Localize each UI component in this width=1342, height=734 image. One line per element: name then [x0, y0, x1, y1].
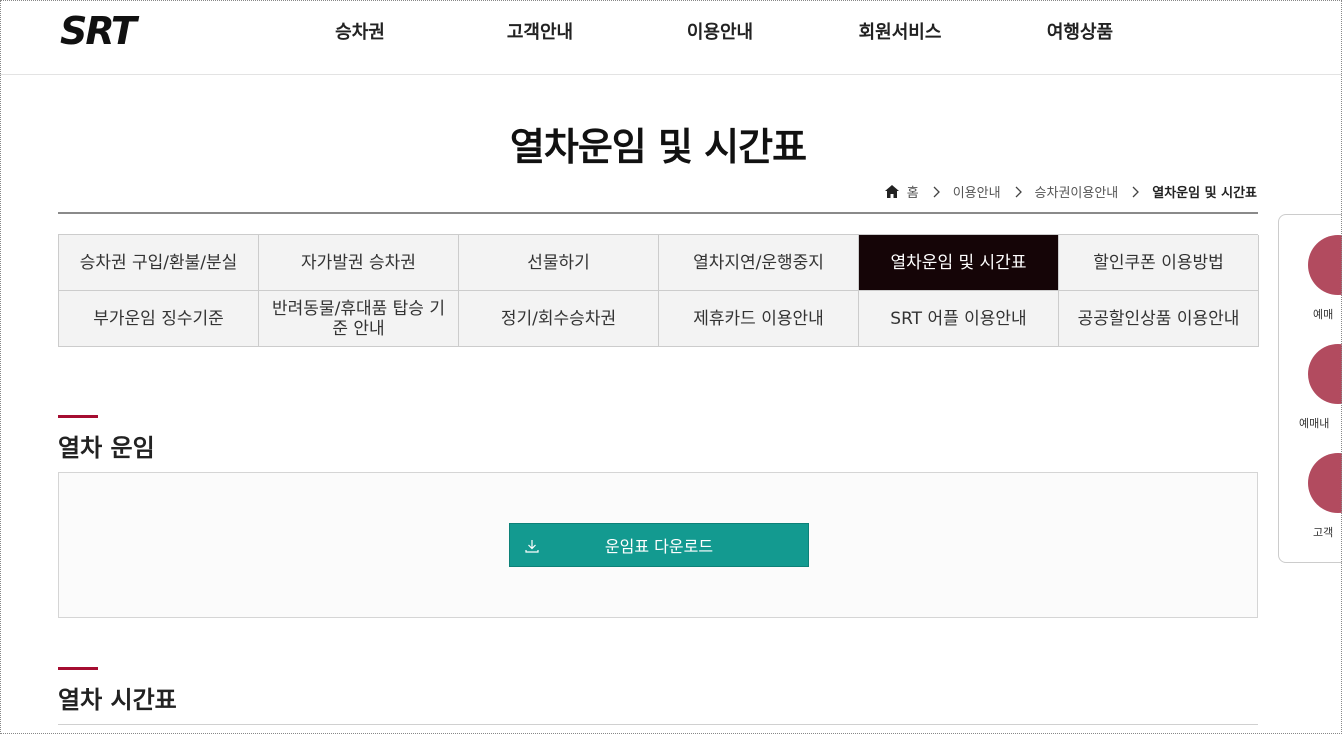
- section-accent-bar: [58, 667, 98, 670]
- tab-srt-app[interactable]: SRT 어플 이용안내: [859, 291, 1059, 347]
- breadcrumb-home[interactable]: 홈: [907, 182, 919, 201]
- tab-gift[interactable]: 선물하기: [459, 235, 659, 291]
- global-nav: 승차권 고객안내 이용안내 회원서비스 여행상품: [270, 18, 1170, 48]
- gnb-ticket[interactable]: 승차권: [270, 18, 450, 48]
- title-divider: [58, 212, 1258, 214]
- chevron-right-icon: [933, 186, 940, 197]
- sub-tab-menu: 승차권 구입/환불/분실 자가발권 승차권 선물하기 열차지연/운행중지 열차운…: [58, 234, 1259, 347]
- chevron-right-icon: [1132, 186, 1140, 197]
- svg-text:SRT: SRT: [60, 12, 140, 48]
- section-title-timetable: 열차 시간표: [58, 686, 177, 714]
- tab-coupon[interactable]: 할인쿠폰 이용방법: [1059, 235, 1259, 291]
- section-title-fare: 열차 운임: [58, 434, 155, 462]
- breadcrumb-ticket-guide[interactable]: 승차권이용안내: [1035, 182, 1119, 201]
- site-header: SRT 승차권 고객안내 이용안내 회원서비스 여행상품: [0, 0, 1342, 75]
- tab-pet-luggage[interactable]: 반려동물/휴대품 탑승 기준 안내: [259, 291, 459, 347]
- tab-train-delay[interactable]: 열차지연/운행중지: [659, 235, 859, 291]
- quick-menu: 예매 예매내 고객: [1278, 214, 1342, 563]
- home-icon[interactable]: [884, 185, 899, 198]
- gnb-travel[interactable]: 여행상품: [990, 18, 1170, 48]
- tab-self-ticket[interactable]: 자가발권 승차권: [259, 235, 459, 291]
- srt-logo[interactable]: SRT: [58, 12, 176, 48]
- quick-label: 고객: [1313, 526, 1334, 539]
- tab-partner-card[interactable]: 제휴카드 이용안내: [659, 291, 859, 347]
- breadcrumb-current: 열차운임 및 시간표: [1152, 186, 1257, 201]
- page-title: 열차운임 및 시간표: [509, 125, 807, 169]
- fare-download-box: 운임표 다운로드: [58, 472, 1258, 618]
- gnb-member[interactable]: 회원서비스: [810, 18, 990, 48]
- tab-season-ticket[interactable]: 정기/회수승차권: [459, 291, 659, 347]
- fare-download-button[interactable]: 운임표 다운로드: [509, 523, 809, 567]
- tab-public-discount[interactable]: 공공할인상품 이용안내: [1059, 291, 1259, 347]
- breadcrumb-guide[interactable]: 이용안내: [953, 182, 1001, 201]
- tab-fare-timetable[interactable]: 열차운임 및 시간표: [859, 235, 1059, 291]
- quick-label: 예매내: [1299, 417, 1330, 430]
- gnb-guide[interactable]: 이용안내: [630, 18, 810, 48]
- tab-ticket-purchase[interactable]: 승차권 구입/환불/분실: [59, 235, 259, 291]
- chevron-right-icon: [1015, 186, 1022, 197]
- history-icon: [1308, 344, 1342, 404]
- section-accent-bar: [58, 415, 98, 418]
- tab-extra-fare[interactable]: 부가운임 징수기준: [59, 291, 259, 347]
- timetable-box-top-border: [58, 724, 1258, 725]
- quick-label: 예매: [1313, 308, 1334, 321]
- ticket-icon: [1308, 235, 1342, 295]
- screenshot-frame: [0, 0, 1342, 734]
- fare-download-label: 운임표 다운로드: [604, 537, 714, 556]
- download-icon: [525, 540, 539, 553]
- gnb-customer[interactable]: 고객안내: [450, 18, 630, 48]
- breadcrumb: 홈 이용안내 승차권이용안내 열차운임 및 시간표: [884, 182, 1257, 201]
- phone-icon: [1308, 453, 1342, 513]
